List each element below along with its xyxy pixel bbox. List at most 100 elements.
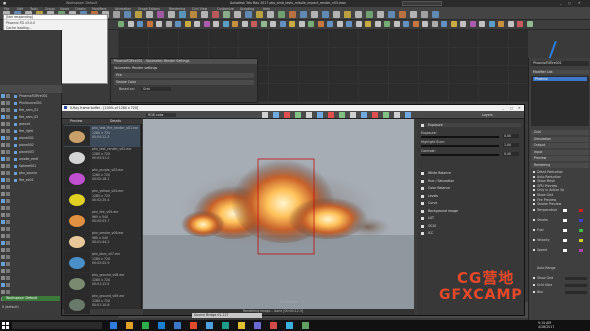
exposure-value[interactable]: 0.00 [503, 134, 519, 138]
visibility-icon[interactable] [1, 255, 5, 259]
option-checkbox[interactable] [533, 184, 535, 187]
layer-checkbox[interactable] [421, 179, 424, 183]
vfb-tool-icon[interactable] [361, 112, 367, 118]
layer-checkbox[interactable] [421, 202, 424, 205]
rollout-input[interactable]: Input [531, 149, 589, 155]
option-checkbox[interactable] [533, 189, 535, 192]
history-item[interactable]: phx_purple_v03.exr 1280 x 720 00:02:18.1 [64, 167, 140, 189]
visibility-icon[interactable] [1, 290, 5, 294]
visibility-icon[interactable] [1, 213, 5, 217]
history-item[interactable]: phx_fire_v05.exr 960 x 540 00:05:03.7 [64, 209, 140, 231]
visibility-icon[interactable] [1, 115, 5, 119]
channel-row[interactable]: Temperature [533, 208, 589, 216]
toolbar-icon[interactable] [355, 11, 362, 18]
toolbar-icon[interactable] [388, 11, 395, 18]
color-swatch[interactable] [563, 209, 567, 212]
freeze-icon[interactable] [6, 101, 10, 105]
taskbar-app-icon[interactable] [206, 322, 213, 329]
vfb-maximize-button[interactable]: □ [510, 106, 513, 110]
render-image[interactable] [143, 119, 414, 313]
toolbar2-icon[interactable] [308, 21, 314, 27]
modifier-stack[interactable]: Phoenix [531, 76, 589, 126]
scene-item[interactable]: fire_ex01 [14, 178, 62, 183]
minimize-button[interactable]: _ [560, 1, 562, 5]
layer-row[interactable]: OCIO [421, 224, 521, 229]
rollout-rendering[interactable]: Rendering [531, 162, 589, 168]
visibility-icon[interactable] [1, 136, 5, 140]
preview-option[interactable]: Auto Reduction [533, 175, 589, 179]
channel-checkbox[interactable] [533, 249, 535, 251]
toolbar-icon[interactable] [410, 11, 417, 18]
toolbar-icon[interactable] [124, 11, 131, 18]
object-name-field[interactable]: PhoenixFDFire001 [531, 61, 589, 66]
rollout-output[interactable]: Output [531, 143, 589, 148]
based-on-select[interactable]: Grid [141, 87, 171, 91]
toolbar-icon[interactable] [146, 11, 153, 18]
search-box[interactable] [402, 1, 442, 6]
toolbar-icon[interactable] [399, 11, 406, 18]
freeze-icon[interactable] [6, 157, 10, 161]
visibility-icon[interactable] [1, 241, 5, 245]
visibility-icon[interactable] [1, 262, 5, 266]
exposure-value[interactable]: 0.00 [503, 152, 519, 156]
toolbar2-icon[interactable] [298, 21, 305, 27]
scene-item[interactable]: plane001 [14, 136, 62, 141]
visibility-icon[interactable] [1, 143, 5, 147]
layer-checkbox[interactable] [421, 217, 424, 220]
freeze-icon[interactable] [6, 108, 10, 112]
freeze-icon[interactable] [6, 185, 10, 189]
freeze-icon[interactable] [6, 129, 10, 133]
auto-range-checkbox[interactable]: Auto Range [537, 266, 556, 270]
layer-row[interactable]: LUT [421, 216, 521, 221]
channel-checkbox[interactable] [533, 229, 535, 231]
channel-checkbox[interactable] [533, 209, 535, 211]
visibility-icon[interactable] [1, 157, 5, 161]
visibility-icon[interactable] [1, 101, 5, 105]
taskbar-app-icon[interactable] [270, 322, 277, 329]
visibility-icon[interactable] [1, 248, 5, 252]
preview-option[interactable]: Show Grid [533, 193, 589, 197]
layer-row[interactable]: Curve [421, 201, 521, 206]
preview-option[interactable]: Show Mesh [533, 179, 589, 183]
visibility-icon[interactable] [1, 185, 5, 189]
history-item[interactable]: phx_blue_v07.exr 1280 x 720 00:02:02.9 [64, 251, 140, 273]
visibility-icon[interactable] [1, 150, 5, 154]
viewport-label[interactable]: Perspective [280, 300, 298, 304]
rollout-preview[interactable]: Preview [531, 156, 589, 161]
vfb-tool-icon[interactable] [273, 112, 279, 118]
exposure-layer-header[interactable]: Exposure [421, 123, 521, 127]
fire-section[interactable]: Fire [114, 73, 254, 78]
scene-item[interactable]: Sphere001 [14, 164, 62, 169]
scene-item[interactable]: fire_light [14, 129, 62, 134]
visibility-icon[interactable] [1, 192, 5, 196]
visibility-icon[interactable] [1, 94, 5, 98]
vfb-tool-icon[interactable] [372, 112, 378, 118]
vfb-tool-icon[interactable] [284, 112, 290, 118]
channel-row[interactable]: Speed [533, 248, 589, 256]
visibility-icon[interactable] [1, 276, 5, 280]
vfb-minimize-button[interactable]: _ [502, 106, 504, 110]
scene-item[interactable]: fire_cam_01 [14, 108, 62, 113]
toolbar2-icon[interactable] [203, 21, 210, 27]
preview-option[interactable]: Fire Preview [533, 198, 589, 202]
toolbar-icon[interactable] [179, 11, 186, 18]
taskbar-app-icon[interactable] [158, 322, 165, 329]
toolbar-icon[interactable] [135, 11, 142, 18]
toolbar2-icon[interactable] [127, 21, 134, 27]
option-spinner[interactable] [565, 284, 587, 287]
stack-item-phoenix[interactable]: Phoenix [533, 77, 587, 81]
taskbar-app-icon[interactable] [126, 322, 133, 329]
preview-option[interactable]: Detail Reduction [533, 170, 589, 174]
toolbar-icon[interactable] [223, 11, 230, 18]
toolbar2-icon[interactable] [403, 21, 409, 27]
toolbar2-icon[interactable] [289, 21, 295, 27]
freeze-icon[interactable] [6, 94, 10, 98]
option-checkbox[interactable] [533, 175, 535, 178]
option-checkbox[interactable] [533, 198, 535, 201]
smoke-color-section[interactable]: Smoke Color [114, 80, 254, 85]
toolbar-icon[interactable] [421, 11, 428, 18]
toolbar2-icon[interactable] [517, 21, 523, 27]
toolbar2-icon[interactable] [422, 21, 428, 27]
toolbar2-icon[interactable] [374, 21, 381, 27]
visibility-icon[interactable] [1, 108, 5, 112]
